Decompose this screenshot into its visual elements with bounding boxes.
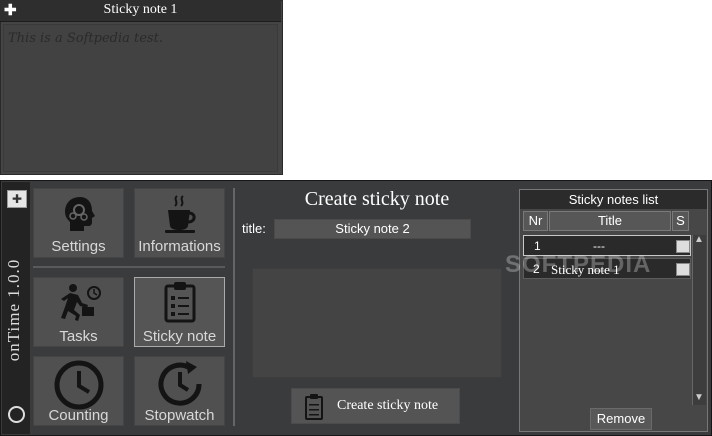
settings-label: Settings (51, 238, 106, 255)
clock-icon (54, 360, 104, 410)
clock-icon (8, 406, 25, 423)
stopwatch-icon (158, 361, 202, 406)
tasks-label: Tasks (59, 328, 98, 345)
sticky-note-label: Sticky note (142, 328, 217, 345)
sticky-note-body[interactable] (3, 24, 278, 172)
tasks-button[interactable]: Tasks (33, 277, 124, 347)
column-header-nr[interactable]: Nr (523, 211, 548, 231)
list-panel-heading: Sticky notes list (520, 190, 707, 209)
sticky-note-button[interactable]: Sticky note (134, 277, 225, 347)
scroll-up-arrow-icon[interactable]: ▲ (692, 234, 706, 246)
scroll-down-arrow-icon[interactable]: ▼ (692, 392, 706, 404)
informations-label: Informations (138, 238, 221, 255)
create-sticky-note-button-label[interactable]: Create sticky note (337, 398, 438, 414)
image-icon[interactable] (676, 240, 690, 253)
remove-button[interactable]: Remove (590, 408, 652, 430)
tile-divider (33, 266, 225, 268)
counting-label: Counting (48, 407, 109, 424)
image-icon[interactable] (676, 263, 690, 276)
clipboard-icon (164, 282, 196, 323)
running-man-icon (61, 284, 101, 321)
app-version-label: onTime 1.0.0 (4, 258, 23, 362)
column-header-title[interactable]: Title (549, 211, 671, 231)
column-header-s[interactable]: S (672, 211, 689, 231)
watermark: SOFTPEDIA (505, 251, 652, 278)
list-scrollbar[interactable] (692, 235, 706, 405)
sticky-note-text[interactable]: This is a Softpedia test. (8, 31, 163, 46)
create-panel-heading: Create sticky note (304, 188, 450, 210)
note-content-textarea[interactable] (252, 268, 502, 378)
title-field-label: title: (242, 221, 266, 236)
informations-button[interactable]: Informations (134, 188, 225, 258)
title-input[interactable]: Sticky note 2 (274, 219, 471, 239)
stopwatch-label: Stopwatch (144, 407, 215, 424)
sticky-note-title: Sticky note 1 (103, 2, 178, 17)
clipboard-icon (305, 394, 323, 420)
counting-button[interactable]: Counting (33, 356, 124, 426)
coffee-cup-icon (165, 195, 196, 233)
close-icon[interactable]: ✕ (695, 1, 708, 19)
pin-icon[interactable]: ✚ (7, 190, 27, 208)
gear-head-icon (65, 197, 95, 231)
settings-button[interactable]: Settings (33, 188, 124, 258)
stopwatch-button[interactable]: Stopwatch (134, 356, 225, 426)
panel-divider (233, 188, 235, 426)
